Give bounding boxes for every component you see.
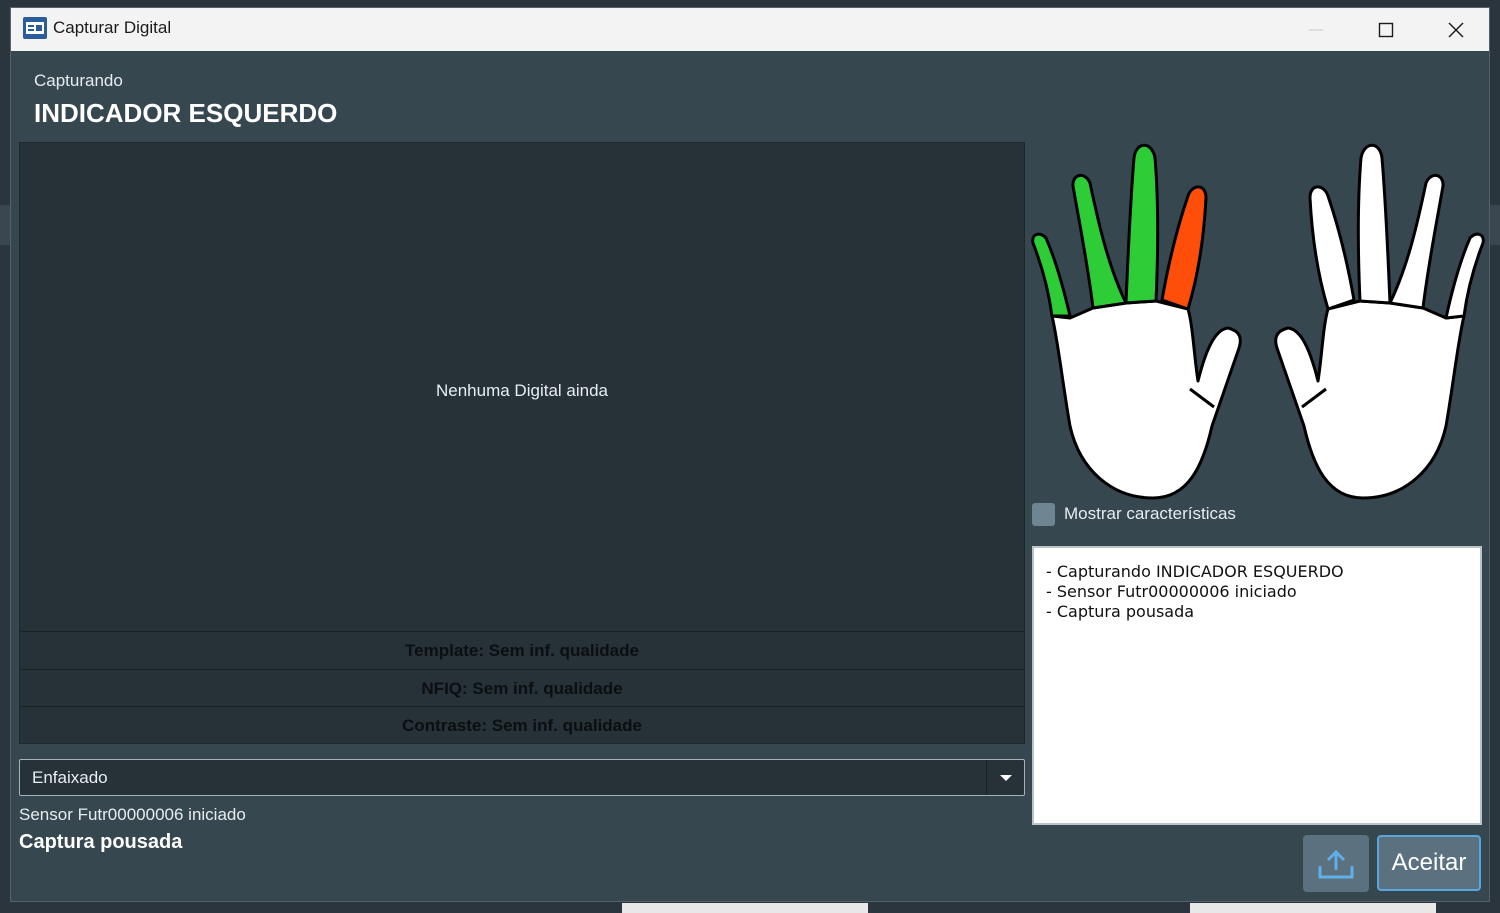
background-app-strip (1490, 205, 1500, 245)
show-features-label[interactable]: Mostrar características (1064, 504, 1236, 524)
capture-dialog: Capturar Digital Capturando INDICADOR ES… (10, 7, 1490, 902)
capture-subtitle: Capturando (34, 71, 123, 90)
background-app-strip (0, 205, 10, 245)
right-hand (1274, 143, 1485, 500)
maximize-button[interactable] (1351, 8, 1421, 51)
contrast-quality: Contraste: Sem inf. qualidade (20, 706, 1024, 743)
log-line: - Capturando INDICADOR ESQUERDO (1046, 562, 1344, 581)
capture-log: - Capturando INDICADOR ESQUERDO - Sensor… (1032, 546, 1482, 825)
minimize-button[interactable] (1281, 8, 1351, 51)
upload-icon (1318, 849, 1354, 878)
left-middle-finger (1124, 143, 1160, 305)
minimize-icon (1309, 29, 1323, 30)
hands-diagram (1031, 143, 1485, 500)
dropdown-arrow-icon[interactable] (986, 760, 1024, 795)
capture-status: Captura pousada (19, 831, 183, 853)
upload-button[interactable] (1303, 835, 1369, 892)
nfiq-quality: NFIQ: Sem inf. qualidade (20, 669, 1024, 706)
window-title: Capturar Digital (53, 18, 172, 37)
right-middle-finger (1356, 143, 1392, 305)
background-fingerprint-thumb (622, 903, 868, 913)
right-little-finger (1444, 232, 1485, 320)
fingerprint-preview: Nenhuma Digital ainda Template: Sem inf.… (19, 142, 1025, 744)
template-quality: Template: Sem inf. qualidade (20, 631, 1024, 668)
close-button[interactable] (1421, 8, 1489, 51)
app-icon (23, 17, 47, 39)
left-ring-finger (1071, 174, 1128, 310)
background-fingerprint-thumb (1190, 903, 1436, 913)
capture-mode-select[interactable]: Enfaixado (19, 759, 1025, 796)
preview-empty-message: Nenhuma Digital ainda (436, 381, 608, 400)
finger-title: INDICADOR ESQUERDO (34, 98, 338, 128)
right-index-finger (1308, 185, 1356, 311)
maximize-icon (1378, 22, 1394, 37)
log-line: - Captura pousada (1046, 602, 1195, 621)
accept-button[interactable]: Aceitar (1377, 835, 1481, 891)
title-bar: Capturar Digital (11, 8, 1489, 51)
show-features-checkbox[interactable] (1032, 503, 1055, 526)
left-little-finger (1031, 232, 1072, 318)
left-hand-palm (1050, 299, 1242, 500)
right-hand-palm (1274, 299, 1466, 500)
log-line: - Sensor Futr00000006 iniciado (1046, 582, 1297, 601)
capture-mode-value: Enfaixado (32, 768, 108, 787)
sensor-status: Sensor Futr00000006 iniciado (19, 805, 246, 824)
right-ring-finger (1388, 174, 1445, 310)
left-hand (1031, 143, 1242, 500)
left-index-finger (1160, 185, 1208, 311)
close-icon (1448, 22, 1464, 37)
